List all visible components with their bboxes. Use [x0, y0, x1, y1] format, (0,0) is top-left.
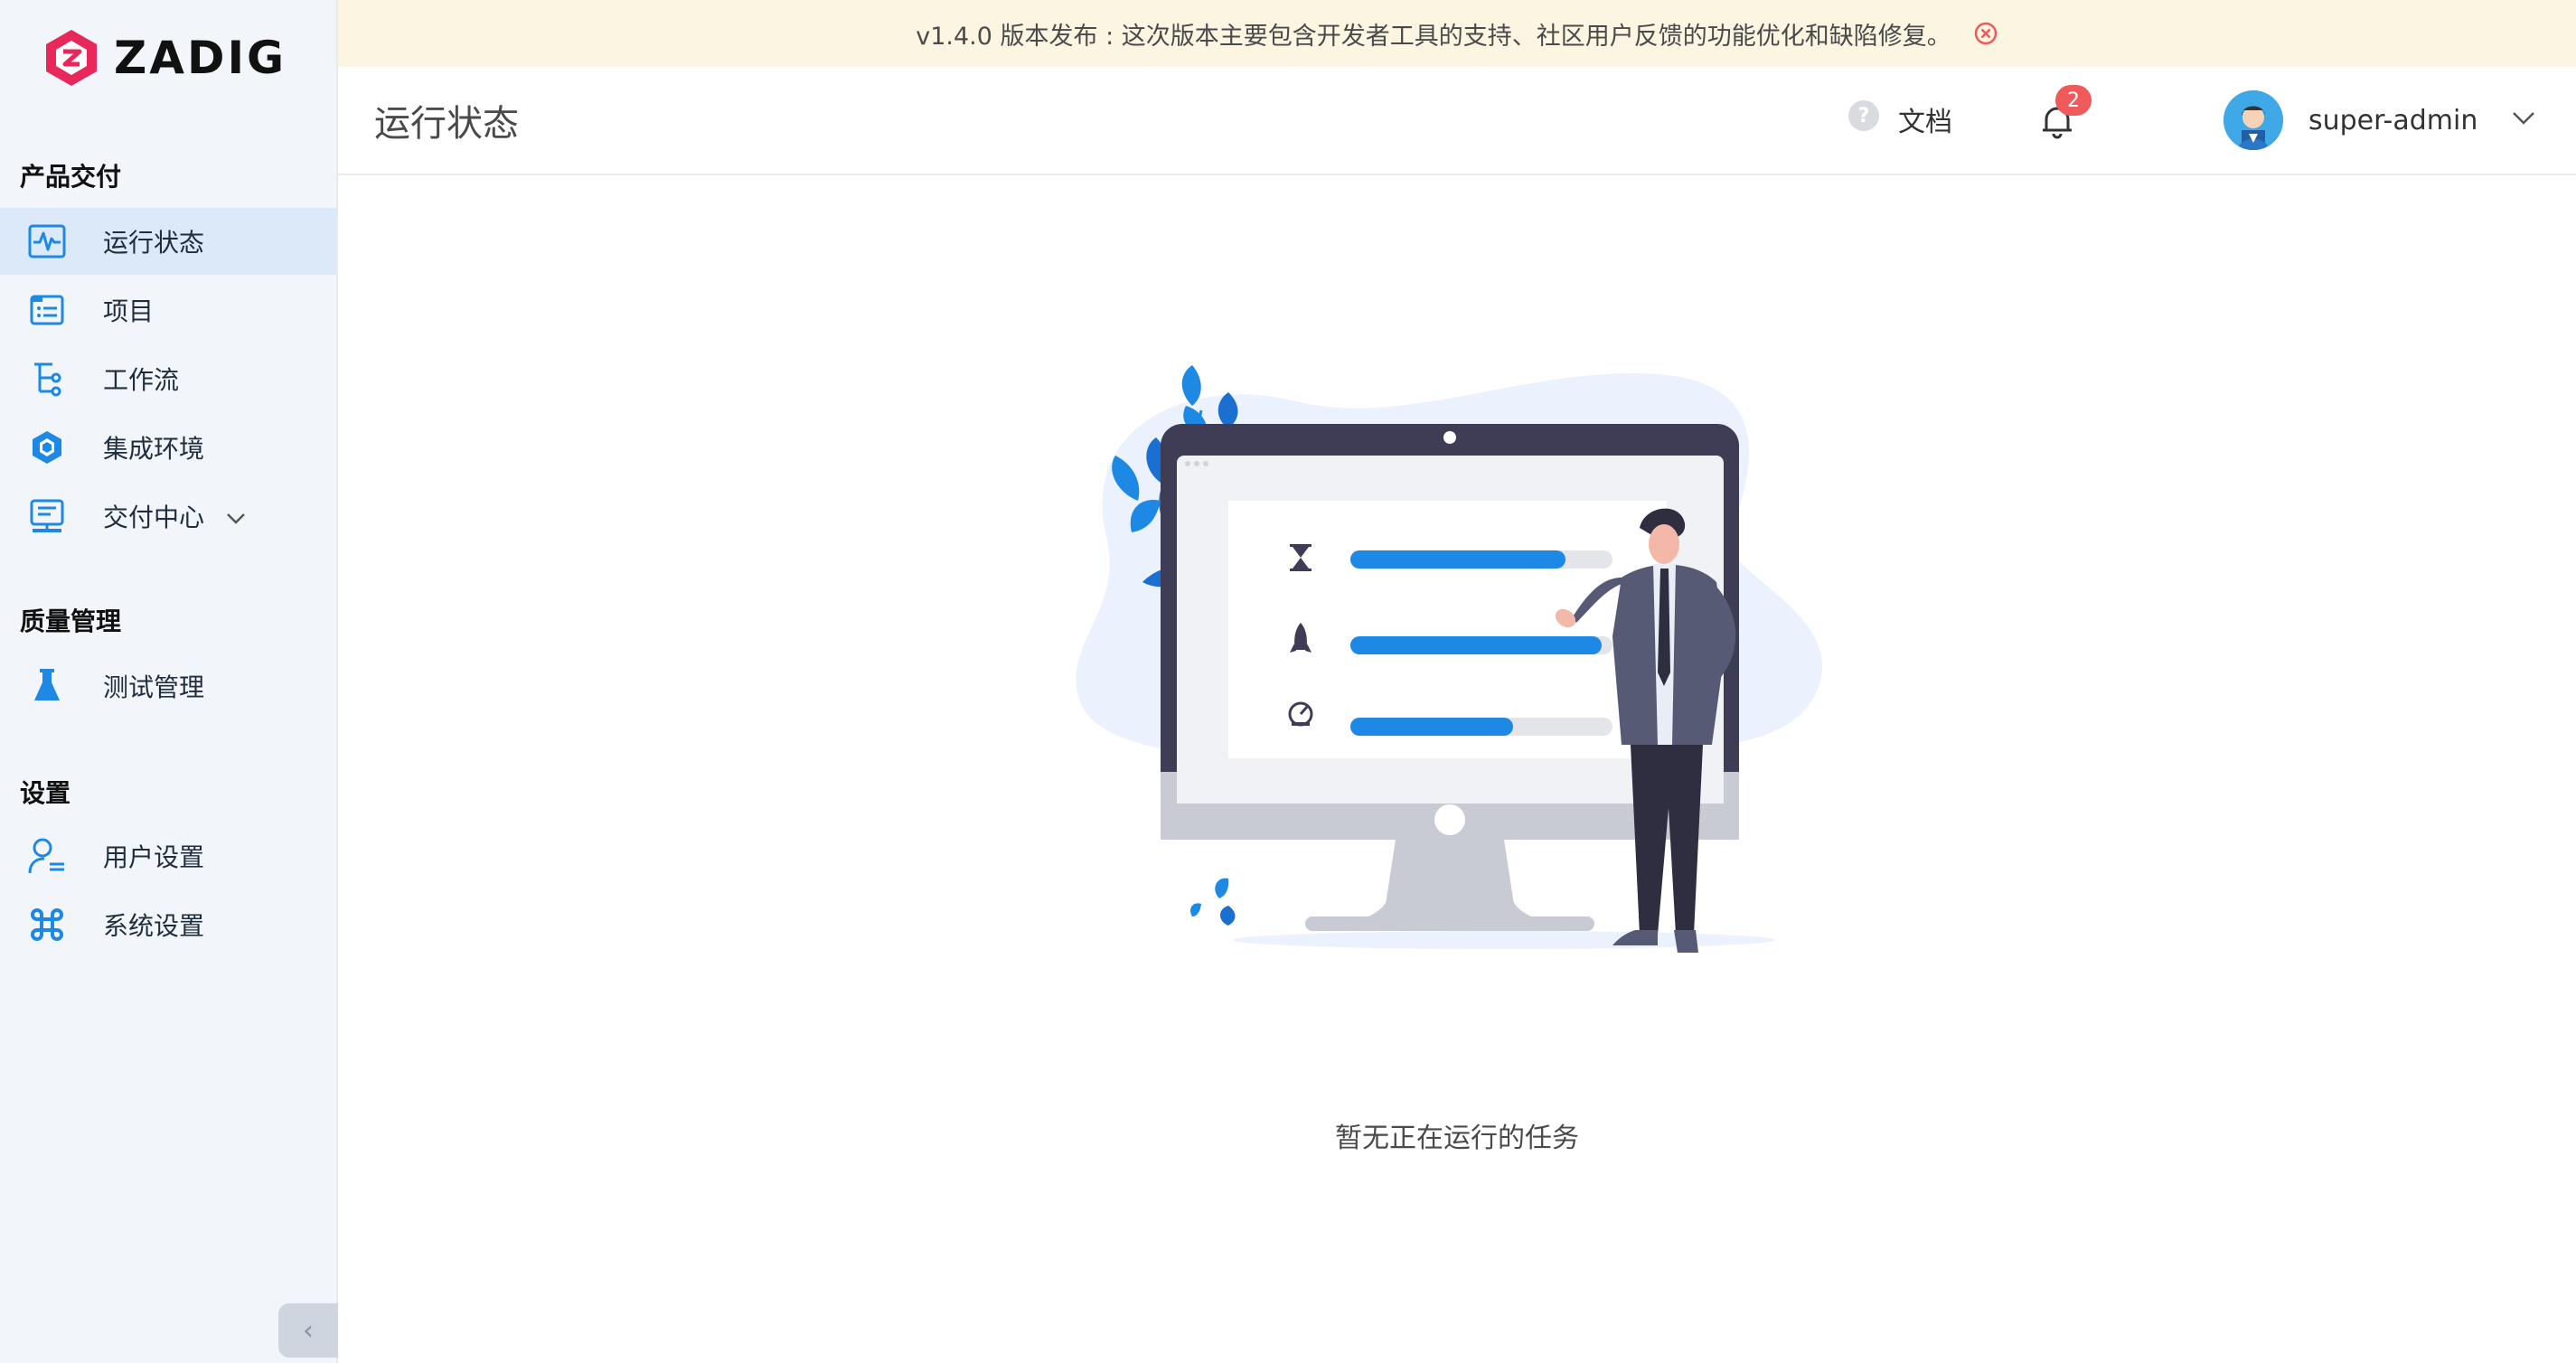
- cube-icon: [27, 428, 67, 467]
- sidebar-item-label: 集成环境: [103, 434, 205, 464]
- sidebar-item-status[interactable]: 运行状态: [0, 208, 336, 275]
- list-icon: [27, 290, 67, 330]
- chevron-down-icon[interactable]: [2511, 110, 2536, 130]
- sidebar-item-system-settings[interactable]: 系统设置: [0, 891, 336, 958]
- sidebar-item-user-settings[interactable]: 用户设置: [0, 822, 336, 889]
- sidebar: ZADIG 产品交付 运行状态 项目 工作流 集成环境 交付中心 质量管理 测试…: [0, 0, 338, 1363]
- release-banner: v1.4.0 版本发布 : 这次版本主要包含开发者工具的支持、社区用户反馈的功能…: [338, 0, 2576, 67]
- progress-bar-fill: [1350, 636, 1602, 654]
- help-icon: ?: [1847, 99, 1880, 139]
- logo[interactable]: ZADIG: [43, 25, 287, 90]
- flask-icon: [27, 666, 67, 706]
- brand-name: ZADIG: [114, 32, 287, 84]
- section-title-settings: 设置: [20, 778, 71, 808]
- release-banner-text: v1.4.0 版本发布 : 这次版本主要包含开发者工具的支持、社区用户反馈的功能…: [916, 22, 1951, 51]
- sidebar-item-label: 用户设置: [103, 842, 205, 872]
- zadig-logo-icon: [46, 30, 97, 86]
- empty-state-illustration: [1076, 365, 1823, 953]
- sidebar-item-test-management[interactable]: 测试管理: [0, 653, 336, 719]
- top-header: 运行状态 ? 文档 2 super-admin: [338, 67, 2576, 175]
- sidebar-item-projects[interactable]: 项目: [0, 277, 336, 343]
- pulse-icon: [27, 221, 67, 261]
- chevron-left-icon: ‹: [303, 1314, 314, 1347]
- user-settings-icon: [27, 836, 67, 876]
- section-title-delivery: 产品交付: [20, 162, 122, 192]
- command-icon: [27, 905, 67, 945]
- close-circle-icon[interactable]: [1973, 21, 1998, 46]
- avatar: [2223, 90, 2283, 150]
- docs-label: 文档: [1898, 107, 1952, 138]
- delivery-icon: [27, 496, 67, 536]
- docs-link[interactable]: ? 文档: [1847, 99, 1952, 139]
- sidebar-item-environments[interactable]: 集成环境: [0, 414, 336, 481]
- progress-bar-fill: [1350, 718, 1513, 736]
- small-leaves-decoration: [1190, 878, 1236, 926]
- chevron-down-icon: [226, 502, 246, 531]
- sidebar-item-label: 测试管理: [103, 672, 205, 702]
- sidebar-item-workflow[interactable]: 工作流: [0, 345, 336, 412]
- sidebar-item-label: 系统设置: [103, 911, 205, 941]
- main-content: 暂无正在运行的任务: [338, 175, 2576, 1363]
- empty-state-text: 暂无正在运行的任务: [1335, 1123, 1579, 1154]
- notification-badge: 2: [2055, 85, 2092, 116]
- workflow-tree-icon: [27, 359, 67, 399]
- sidebar-item-label: 工作流: [103, 365, 180, 395]
- section-title-quality: 质量管理: [20, 606, 122, 636]
- svg-text:?: ?: [1858, 105, 1870, 127]
- sidebar-item-label: 项目: [103, 296, 155, 326]
- app-root: ZADIG 产品交付 运行状态 项目 工作流 集成环境 交付中心 质量管理 测试…: [0, 0, 2576, 1363]
- sidebar-item-delivery-center[interactable]: 交付中心: [0, 483, 336, 550]
- sidebar-item-label: 运行状态: [103, 228, 205, 258]
- sidebar-item-label: 交付中心: [103, 503, 205, 532]
- username: super-admin: [2308, 104, 2478, 136]
- user-menu[interactable]: super-admin: [2223, 90, 2477, 150]
- page-title: 运行状态: [374, 103, 519, 145]
- progress-bar-fill: [1350, 550, 1565, 569]
- collapse-sidebar-button[interactable]: ‹: [278, 1303, 338, 1358]
